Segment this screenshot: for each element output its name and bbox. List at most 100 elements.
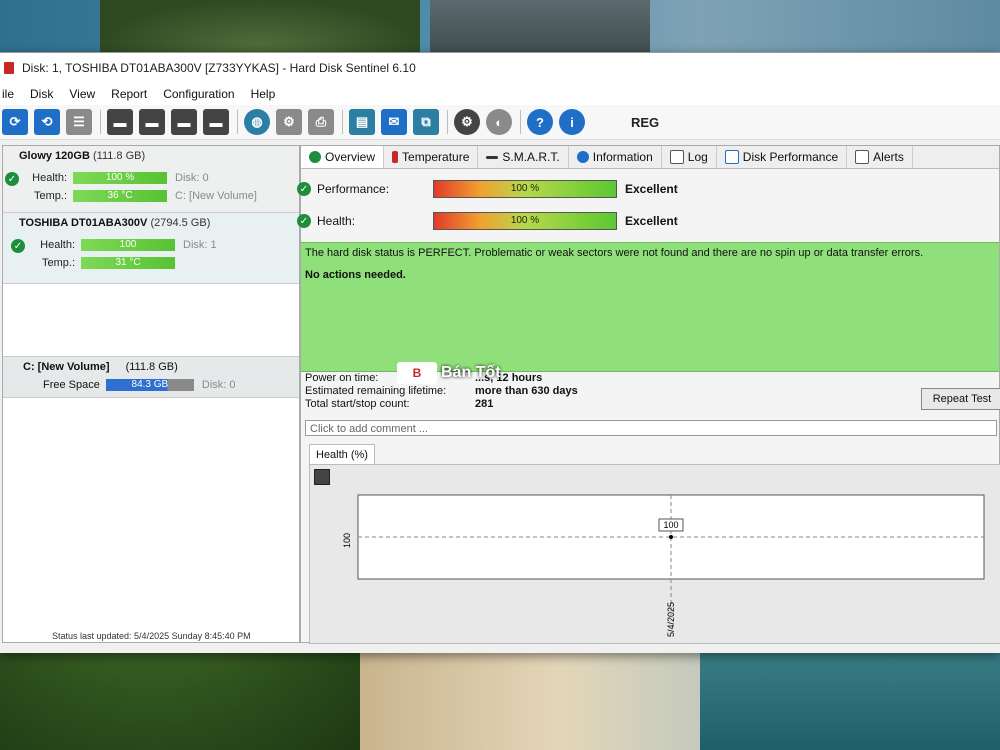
menu-report[interactable]: Report xyxy=(111,87,147,101)
share-icon[interactable]: ⧉ xyxy=(413,109,439,135)
globe-icon[interactable]: ◍ xyxy=(244,109,270,135)
info-icon xyxy=(576,151,589,163)
tab-temperature[interactable]: Temperature xyxy=(384,146,479,168)
menu-configuration[interactable]: Configuration xyxy=(163,87,234,101)
title-bar[interactable]: Disk: 1, TOSHIBA DT01ABA300V [Z733YYKAS]… xyxy=(0,53,1000,83)
tab-disk-performance[interactable]: Disk Performance xyxy=(717,146,848,168)
gear-icon[interactable]: ⚙ xyxy=(454,109,480,135)
disk-size: (2794.5 GB) xyxy=(150,217,211,229)
performance-label: Performance: xyxy=(317,182,390,196)
status-text: The hard disk status is PERFECT. Problem… xyxy=(305,247,924,259)
free-space-label: Free Space xyxy=(43,379,100,391)
disk-scan-icon[interactable]: ▬ xyxy=(203,109,229,135)
tab-label: Temperature xyxy=(402,150,470,164)
app-icon xyxy=(4,62,14,74)
refresh-all-icon[interactable]: ⟲ xyxy=(34,109,60,135)
tab-label: S.M.A.R.T. xyxy=(502,150,560,164)
toolbar-separator xyxy=(100,110,101,134)
health-label: Health: xyxy=(40,239,75,251)
remaining-lifetime-value: more than 630 days xyxy=(475,385,578,397)
tab-label: Disk Performance xyxy=(742,150,839,164)
check-icon xyxy=(309,151,321,163)
temp-label: Temp.: xyxy=(41,257,75,269)
disk-title: Glowy 120GB (111.8 GB) xyxy=(3,146,299,162)
volume-item[interactable]: C: [New Volume] (111.8 GB) Free Space 84… xyxy=(3,356,299,398)
tab-label: Overview xyxy=(325,150,376,164)
temp-row: Temp.: 31 °C xyxy=(11,257,175,269)
tab-bar: Overview Temperature S.M.A.R.T. Informat… xyxy=(301,146,999,169)
disk-name: TOSHIBA DT01ABA300V xyxy=(19,217,148,229)
comment-input[interactable]: Click to add comment ... xyxy=(305,420,997,436)
free-space-row: Free Space 84.3 GB Disk: 0 xyxy=(43,379,236,391)
tab-label: Log xyxy=(687,150,708,164)
menu-view[interactable]: View xyxy=(69,87,95,101)
actions-text: No actions needed. xyxy=(305,269,406,281)
health-label: Health: xyxy=(32,172,67,184)
temp-bar: 36 °C xyxy=(73,190,167,202)
volume-name: C: [New Volume] xyxy=(23,361,110,373)
tab-overview[interactable]: Overview xyxy=(301,146,385,168)
help-icon[interactable]: ? xyxy=(527,109,553,135)
toolbar-separator xyxy=(447,110,448,134)
health-label: Health: xyxy=(317,214,356,228)
tab-log[interactable]: Log xyxy=(662,146,717,168)
thermometer-icon xyxy=(392,151,399,163)
smart-icon xyxy=(486,155,499,159)
remaining-lifetime-label: Estimated remaining lifetime: xyxy=(305,385,447,397)
data-point xyxy=(669,535,673,539)
health-chart-area: 100 100 5/4/2025 xyxy=(309,464,1000,644)
app-window: Disk: 1, TOSHIBA DT01ABA300V [Z733YYKAS]… xyxy=(0,52,1000,653)
disk-item-0[interactable]: Glowy 120GB (111.8 GB) ✓ Health: 100 % D… xyxy=(3,146,299,213)
disk-name: Glowy 120GB xyxy=(19,150,90,162)
disk-schedule-icon[interactable]: ▬ xyxy=(139,109,165,135)
volume-name: C: [New Volume] xyxy=(175,190,257,202)
check-icon: ✓ xyxy=(297,214,311,228)
disk-list-panel: Glowy 120GB (111.8 GB) ✓ Health: 100 % D… xyxy=(2,145,300,643)
health-rating: Excellent xyxy=(625,214,678,228)
x-tick-label: 5/4/2025 xyxy=(666,602,676,637)
network-icon[interactable]: ⚙ xyxy=(276,109,302,135)
status-message-box: The hard disk status is PERFECT. Problem… xyxy=(301,242,999,372)
disk-size: (111.8 GB) xyxy=(92,150,146,162)
disk-check-icon[interactable]: ▬ xyxy=(171,109,197,135)
toolbar-separator xyxy=(237,110,238,134)
temp-label: Temp.: xyxy=(33,190,67,202)
desktop-rock xyxy=(430,0,650,60)
refresh-icon[interactable]: ⟳ xyxy=(2,109,28,135)
tab-information[interactable]: Information xyxy=(569,146,662,168)
watermark-logo: B xyxy=(397,362,437,384)
report-icon[interactable]: ▤ xyxy=(349,109,375,135)
sound-icon[interactable]: ◐ xyxy=(486,109,512,135)
tab-smart[interactable]: S.M.A.R.T. xyxy=(478,146,569,168)
health-bar: 100 % xyxy=(73,172,167,184)
volume-title: C: [New Volume] (111.8 GB) xyxy=(23,361,178,373)
repeat-test-button[interactable]: Repeat Test xyxy=(921,388,1000,410)
free-space-bar: 84.3 GB xyxy=(105,379,194,391)
health-chart-tab[interactable]: Health (%) xyxy=(309,444,375,465)
temp-row: Temp.: 36 °C C: [New Volume] xyxy=(3,190,257,202)
desktop-sea xyxy=(700,650,1000,750)
list-icon[interactable]: ☰ xyxy=(66,109,92,135)
performance-rating: Excellent xyxy=(625,182,678,196)
document-icon xyxy=(669,150,684,164)
menu-disk[interactable]: Disk xyxy=(30,87,53,101)
info-icon[interactable]: i xyxy=(559,109,585,135)
start-stop-label: Total start/stop count: xyxy=(305,398,410,410)
disk-item-1[interactable]: TOSHIBA DT01ABA300V (2794.5 GB) ✓ Health… xyxy=(3,213,299,284)
menu-help[interactable]: Help xyxy=(251,87,276,101)
y-tick-label: 100 xyxy=(342,533,352,548)
mail-icon[interactable]: ✉ xyxy=(381,109,407,135)
toolbar-separator xyxy=(342,110,343,134)
print-icon[interactable]: ⎙ xyxy=(308,109,334,135)
reg-label[interactable]: REG xyxy=(631,115,659,130)
tab-alerts[interactable]: Alerts xyxy=(847,146,913,168)
toolbar-separator xyxy=(520,110,521,134)
volume-size: (111.8 GB) xyxy=(125,361,178,373)
health-bar: 100 % xyxy=(433,212,617,230)
menu-file[interactable]: ile xyxy=(2,87,14,101)
details-panel: Overview Temperature S.M.A.R.T. Informat… xyxy=(297,145,1000,644)
watermark-text: Bán Tốt xyxy=(441,364,501,381)
health-row: Health: 100 Disk: 1 xyxy=(11,239,217,251)
disk-test-icon[interactable]: ▬ xyxy=(107,109,133,135)
tab-label: Alerts xyxy=(873,150,904,164)
